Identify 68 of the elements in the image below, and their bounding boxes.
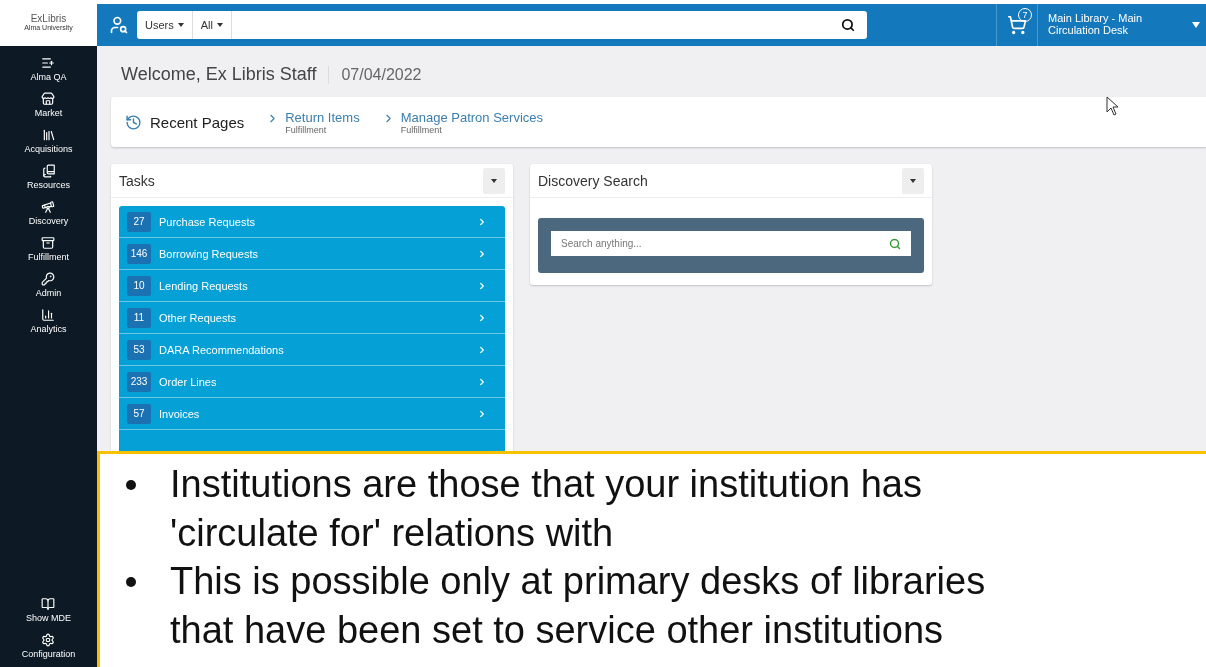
callout-text: Institutions are those that your institution has 'circulate for' relations with bbox=[170, 462, 923, 556]
sidebar-item[interactable]: Admin bbox=[35, 272, 62, 298]
task-label: Other Requests bbox=[159, 311, 238, 324]
collapse-toggle[interactable] bbox=[483, 167, 505, 194]
task-label: Invoices bbox=[159, 407, 201, 420]
task-label: Order Lines bbox=[159, 375, 218, 388]
location-selector[interactable]: Main Library - Main Circulation Desk bbox=[1038, 4, 1206, 46]
date-text: 07/04/2022 bbox=[341, 65, 422, 84]
archive-box-icon bbox=[41, 236, 56, 250]
chevron-right-icon bbox=[477, 408, 487, 419]
search-type-dropdown[interactable]: Users bbox=[137, 11, 193, 39]
sidebar-item[interactable]: Discovery bbox=[28, 200, 69, 226]
panel-title: Discovery Search bbox=[538, 172, 648, 189]
sidebar-item[interactable]: Fulfillment bbox=[28, 236, 69, 262]
chevron-right-icon bbox=[477, 280, 487, 291]
task-row[interactable]: 146 Borrowing Requests bbox=[119, 238, 505, 270]
telescope-icon bbox=[41, 200, 56, 214]
task-label: Borrowing Requests bbox=[159, 247, 260, 260]
settings-icon bbox=[41, 633, 56, 647]
task-row[interactable]: 10 Lending Requests bbox=[119, 270, 505, 302]
sidebar-item[interactable]: Show MDE bbox=[26, 597, 71, 623]
bullet-dot bbox=[126, 480, 136, 490]
task-count: 53 bbox=[127, 339, 151, 360]
recent-pages-title: Recent Pages bbox=[150, 113, 245, 131]
task-row[interactable]: 27 Purchase Requests bbox=[119, 206, 505, 238]
chevron-right-icon bbox=[477, 216, 487, 227]
task-label: Purchase Requests bbox=[159, 215, 256, 228]
task-row[interactable]: 57 Invoices bbox=[119, 398, 505, 430]
sidebar-item[interactable]: Configuration bbox=[21, 633, 76, 659]
task-count: 233 bbox=[127, 371, 151, 392]
collapse-toggle[interactable] bbox=[902, 167, 924, 194]
sidebar-item[interactable]: Resources bbox=[27, 164, 70, 190]
search-scope-dropdown[interactable]: All bbox=[192, 11, 232, 39]
book-icon bbox=[41, 597, 56, 611]
bar-chart-icon bbox=[41, 308, 56, 322]
task-label: Lending Requests bbox=[159, 279, 249, 292]
task-row[interactable]: 11 Other Requests bbox=[119, 302, 505, 334]
recent-page-link[interactable]: Manage Patron Services Fulfillment bbox=[381, 109, 543, 135]
task-row[interactable]: 233 Order Lines bbox=[119, 366, 505, 398]
chevron-right-icon bbox=[477, 312, 487, 323]
key-icon bbox=[41, 272, 56, 286]
books-icon bbox=[41, 164, 56, 178]
search-icon[interactable] bbox=[841, 18, 855, 32]
task-row[interactable]: 53 DARA Recommendations bbox=[119, 334, 505, 366]
store-icon bbox=[41, 92, 56, 106]
recent-page-link[interactable]: Return Items Fulfillment bbox=[266, 109, 360, 135]
sidebar-item[interactable]: Alma QA bbox=[30, 56, 67, 82]
task-count: 27 bbox=[127, 211, 151, 232]
person-search-icon[interactable] bbox=[109, 15, 129, 35]
panel-title: Tasks bbox=[119, 172, 155, 189]
task-count: 11 bbox=[127, 307, 151, 328]
task-count: 10 bbox=[127, 275, 151, 296]
chevron-right-icon bbox=[477, 344, 487, 355]
callout-text: This is possible only at primary desks of libraries that have been set to service other institutions bbox=[170, 559, 987, 653]
chevron-right-icon bbox=[477, 248, 487, 259]
shelf-icon bbox=[41, 128, 56, 142]
history-icon bbox=[125, 113, 142, 131]
sidebar-item[interactable]: Analytics bbox=[30, 308, 67, 334]
sidebar-item[interactable]: Market bbox=[34, 92, 63, 118]
chevron-right-icon bbox=[477, 376, 487, 387]
task-count: 57 bbox=[127, 403, 151, 424]
task-count: 146 bbox=[127, 243, 151, 264]
bullet-dot bbox=[126, 577, 136, 588]
sidebar-item[interactable]: Acquisitions bbox=[24, 128, 73, 154]
cart-button[interactable]: 7 bbox=[996, 4, 1038, 46]
search-field[interactable]: Users All bbox=[137, 11, 867, 39]
welcome-title: Welcome, Ex Libris Staff bbox=[121, 64, 317, 85]
task-label: DARA Recommendations bbox=[159, 343, 285, 356]
